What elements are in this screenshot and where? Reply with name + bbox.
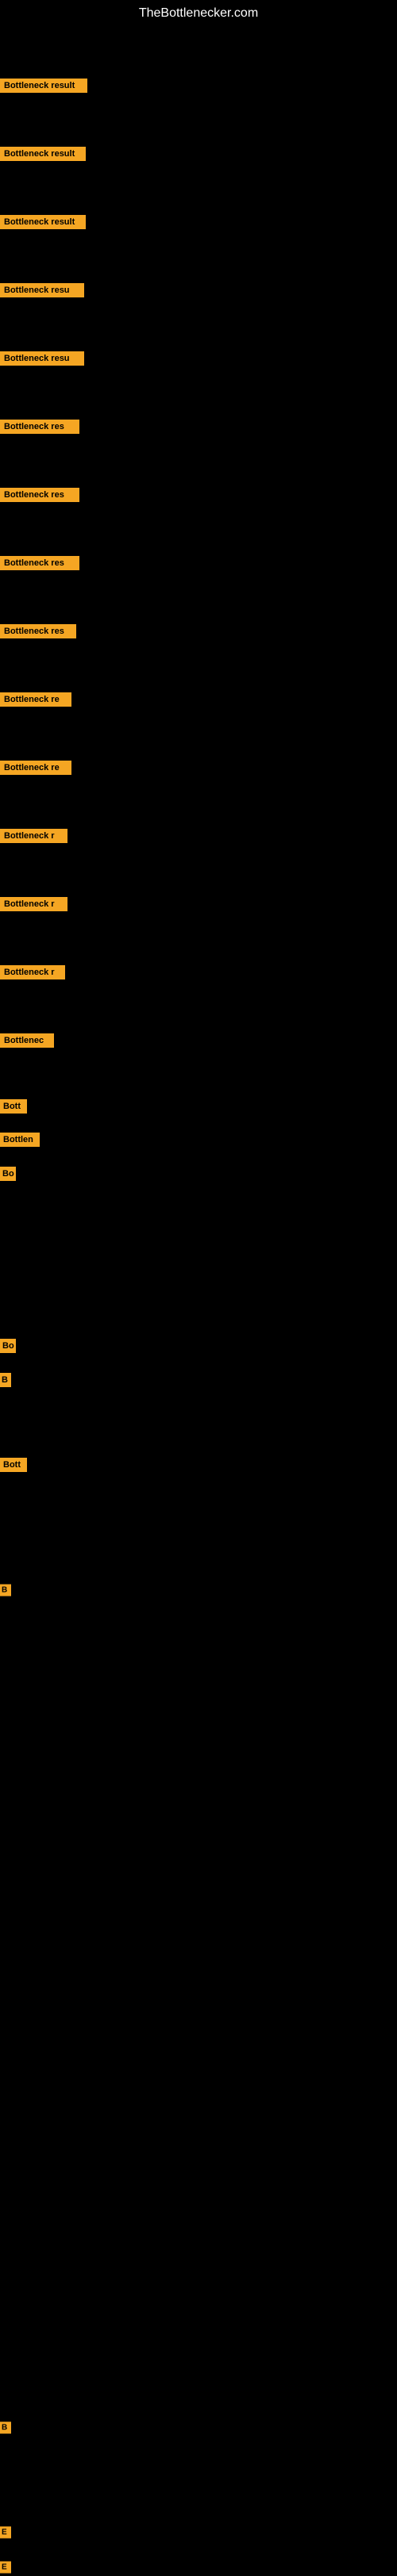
bottleneck-badge-10[interactable]: Bottleneck re <box>0 692 71 707</box>
bottleneck-badge-17[interactable]: Bottlen <box>0 1133 40 1147</box>
bottleneck-badge-21[interactable]: Bo <box>0 1339 16 1353</box>
bottleneck-badge-5[interactable]: Bottleneck resu <box>0 351 84 366</box>
bottleneck-badge-24[interactable]: Bott <box>0 1458 27 1472</box>
bottleneck-badge-8[interactable]: Bottleneck res <box>0 556 79 570</box>
bottleneck-badge-18[interactable]: Bo <box>0 1167 16 1181</box>
bottleneck-badge-27[interactable]: B <box>0 1585 11 1597</box>
bottleneck-badge-13[interactable]: Bottleneck r <box>0 897 67 911</box>
bottleneck-badge-15[interactable]: Bottlenec <box>0 1033 54 1048</box>
bottleneck-badge-55[interactable]: E <box>0 2562 11 2574</box>
bottleneck-badge-3[interactable]: Bottleneck result <box>0 215 86 229</box>
bottleneck-badge-1[interactable]: Bottleneck result <box>0 79 87 93</box>
bottleneck-badge-7[interactable]: Bottleneck res <box>0 488 79 502</box>
bottleneck-badge-6[interactable]: Bottleneck res <box>0 420 79 434</box>
bottleneck-badge-12[interactable]: Bottleneck r <box>0 829 67 843</box>
items-container: Bottleneck result Bottleneck result Bott… <box>0 27 397 2549</box>
bottleneck-badge-54[interactable]: E <box>0 2527 11 2539</box>
bottleneck-badge-11[interactable]: Bottleneck re <box>0 761 71 775</box>
bottleneck-badge-22[interactable]: B <box>0 1373 11 1387</box>
bottleneck-badge-16[interactable]: Bott <box>0 1099 27 1114</box>
bottleneck-badge-14[interactable]: Bottleneck r <box>0 965 65 979</box>
bottleneck-badge-9[interactable]: Bottleneck res <box>0 624 76 638</box>
bottleneck-badge-4[interactable]: Bottleneck resu <box>0 283 84 297</box>
site-title: TheBottlenecker.com <box>0 0 397 27</box>
site-header: TheBottlenecker.com <box>0 0 397 27</box>
bottleneck-badge-2[interactable]: Bottleneck result <box>0 147 86 161</box>
bottleneck-badge-51[interactable]: B <box>0 2422 11 2434</box>
